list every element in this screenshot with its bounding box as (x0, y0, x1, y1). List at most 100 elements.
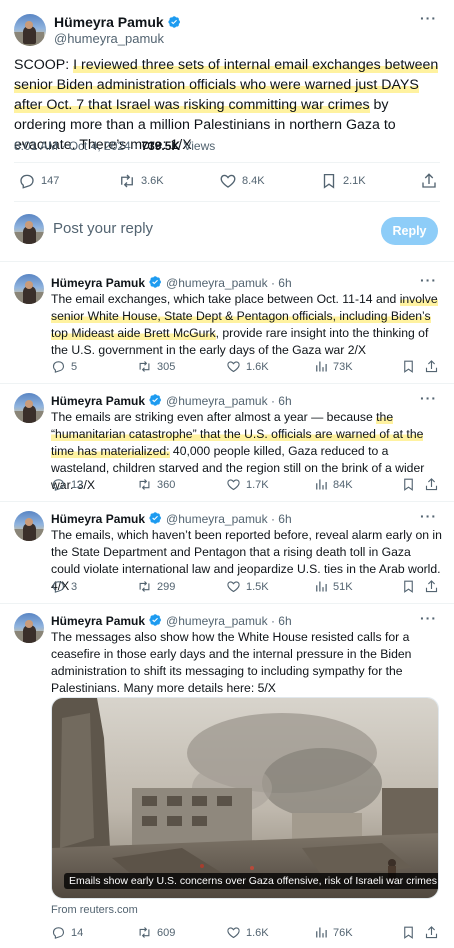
views-button[interactable]: 76K (313, 925, 353, 940)
repost-button[interactable]: 360 (137, 477, 175, 492)
reply-icon (51, 359, 66, 374)
share-button[interactable] (424, 579, 444, 594)
repost-count: 305 (157, 360, 176, 373)
more-icon[interactable]: ··· (420, 10, 437, 26)
repost-button[interactable]: 305 (137, 359, 175, 374)
repost-button[interactable]: 609 (137, 925, 175, 940)
tweet-timestamp[interactable]: 8:01 AM · Oct 4, 2024 · (14, 139, 141, 153)
more-icon[interactable]: ··· (420, 272, 437, 288)
repost-button[interactable]: 3.6K (118, 172, 164, 190)
heart-icon (226, 477, 241, 492)
link-card-image[interactable] (52, 698, 439, 899)
reply-button[interactable]: 5 (51, 359, 77, 374)
avatar[interactable] (14, 613, 44, 643)
bookmark-button[interactable] (401, 359, 421, 374)
repost-count: 360 (157, 478, 176, 491)
share-button[interactable] (420, 172, 443, 190)
avatar[interactable] (14, 393, 44, 423)
reply-composer: Post your reply Reply (0, 204, 454, 254)
author-handle[interactable]: @humeyra_pamuk · 6h (166, 512, 292, 526)
author-handle[interactable]: @humeyra_pamuk · 6h (166, 394, 292, 408)
reply-count: 14 (71, 926, 84, 939)
like-button[interactable]: 1.7K (226, 477, 269, 492)
share-button[interactable] (424, 359, 444, 374)
more-icon[interactable]: ··· (420, 390, 437, 406)
verified-badge-icon[interactable] (167, 15, 181, 29)
author-handle[interactable]: @humeyra_pamuk (54, 31, 164, 46)
like-button[interactable]: 1.6K (226, 359, 269, 374)
share-icon (424, 925, 439, 940)
like-count: 1.6K (246, 926, 269, 939)
link-card-source[interactable]: From reuters.com (51, 904, 138, 916)
reply-icon (18, 172, 36, 190)
bookmark-icon (320, 172, 338, 190)
heart-icon (226, 925, 241, 940)
reply-count: 12 (71, 478, 84, 491)
link-card[interactable]: Emails show early U.S. concerns over Gaz… (51, 697, 439, 899)
heart-icon (226, 579, 241, 594)
bookmark-icon (401, 359, 416, 374)
author-name[interactable]: Hümeyra Pamuk (51, 394, 145, 408)
bookmark-button[interactable] (401, 579, 421, 594)
repost-count: 609 (157, 926, 176, 939)
heart-icon (226, 359, 241, 374)
like-button[interactable]: 1.5K (226, 579, 269, 594)
bookmark-button[interactable] (401, 477, 421, 492)
like-count: 1.6K (246, 360, 269, 373)
reply-icon (51, 579, 66, 594)
views-button[interactable]: 51K (313, 579, 353, 594)
bookmark-icon (401, 579, 416, 594)
author-handle[interactable]: @humeyra_pamuk · 6h (166, 614, 292, 628)
divider (14, 162, 440, 163)
link-card-headline[interactable]: Emails show early U.S. concerns over Gaz… (64, 873, 438, 889)
divider (0, 383, 454, 384)
author-line[interactable]: Hümeyra Pamuk @humeyra_pamuk · 6h (51, 511, 292, 526)
views-chart-icon (313, 359, 328, 374)
avatar[interactable] (14, 274, 44, 304)
tweet-text: The messages also show how the White Hou… (51, 629, 443, 697)
tweet-text-part: The emails are striking even after almos… (51, 410, 377, 424)
views-count: 76K (333, 926, 353, 939)
bookmark-button[interactable] (401, 925, 421, 940)
reply-button[interactable]: 147 (18, 172, 59, 190)
tweet-text-part: The messages also show how the White Hou… (51, 630, 412, 695)
reply-icon (51, 477, 66, 492)
views-button[interactable]: 73K (313, 359, 353, 374)
avatar[interactable] (14, 511, 44, 541)
share-button[interactable] (424, 925, 444, 940)
reply-count: 147 (41, 175, 60, 187)
author-line[interactable]: Hümeyra Pamuk @humeyra_pamuk · 6h (51, 613, 292, 628)
author-line[interactable]: Hümeyra Pamuk @humeyra_pamuk · 6h (51, 275, 292, 290)
reply-button[interactable]: 12 (51, 477, 83, 492)
reply-button[interactable]: 3 (51, 579, 77, 594)
repost-count: 299 (157, 580, 176, 593)
reply-button[interactable]: 14 (51, 925, 83, 940)
repost-count: 3.6K (141, 175, 164, 187)
divider (0, 603, 454, 604)
like-button[interactable]: 1.6K (226, 925, 269, 940)
author-name-text[interactable]: Hümeyra Pamuk (54, 14, 164, 30)
author-name[interactable]: Hümeyra Pamuk (51, 512, 145, 526)
tweet-text-part: The email exchanges, which take place be… (51, 292, 400, 306)
reply-input[interactable]: Post your reply (53, 220, 153, 237)
author-name[interactable]: Hümeyra Pamuk (54, 14, 181, 30)
bookmark-count: 2.1K (343, 175, 366, 187)
heart-icon (219, 172, 237, 190)
author-name[interactable]: Hümeyra Pamuk (51, 276, 145, 290)
views-chart-icon (313, 925, 328, 940)
more-icon[interactable]: ··· (420, 508, 437, 524)
bookmark-button[interactable]: 2.1K (320, 172, 366, 190)
reply-submit-button[interactable]: Reply (381, 217, 438, 245)
repost-icon (137, 579, 152, 594)
author-line[interactable]: Hümeyra Pamuk @humeyra_pamuk · 6h (51, 393, 292, 408)
like-button[interactable]: 8.4K (219, 172, 265, 190)
views-button[interactable]: 84K (313, 477, 353, 492)
like-count: 8.4K (242, 175, 265, 187)
repost-button[interactable]: 299 (137, 579, 175, 594)
more-icon[interactable]: ··· (420, 610, 437, 626)
author-handle[interactable]: @humeyra_pamuk · 6h (166, 276, 292, 290)
avatar[interactable] (14, 14, 46, 46)
share-button[interactable] (424, 477, 444, 492)
author-name[interactable]: Hümeyra Pamuk (51, 614, 145, 628)
tweet-text-part: SCOOP: (14, 57, 74, 73)
